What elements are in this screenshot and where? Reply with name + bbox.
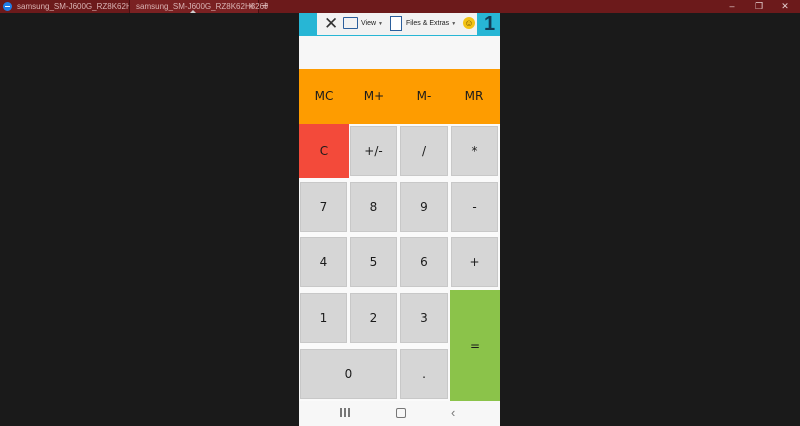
memory-clear-button[interactable]: MC [299, 69, 349, 124]
equals-button[interactable]: = [450, 290, 500, 401]
memory-add-button[interactable]: M+ [349, 69, 399, 124]
plus-button[interactable]: + [451, 237, 498, 287]
smiley-icon[interactable]: ☺ [463, 17, 475, 29]
tab-device-2[interactable]: samsung_SM-J600G_RZ8K62H326J × [129, 0, 268, 13]
digit-8-button[interactable]: 8 [350, 182, 397, 232]
digit-2-button[interactable]: 2 [350, 293, 397, 343]
digit-9-button[interactable]: 9 [400, 182, 448, 232]
digit-6-button[interactable]: 6 [400, 237, 448, 287]
digit-3-button[interactable]: 3 [400, 293, 448, 343]
close-tab-icon[interactable]: × [249, 0, 254, 13]
session-number: 1 [484, 13, 496, 35]
digit-1-button[interactable]: 1 [300, 293, 347, 343]
memory-subtract-button[interactable]: M- [399, 69, 449, 124]
new-tab-button[interactable]: + [262, 0, 268, 12]
minimize-button[interactable]: – [717, 0, 747, 13]
close-icon[interactable]: ✕ [324, 13, 338, 35]
view-menu-button[interactable]: View ▼ [361, 13, 383, 35]
view-menu-label: View [361, 20, 377, 27]
digit-4-button[interactable]: 4 [300, 237, 347, 287]
memory-recall-button[interactable]: MR [449, 69, 499, 124]
calculator-display [299, 36, 500, 69]
window-titlebar: samsung_SM-J600G_RZ8K62H326J samsung_SM-… [0, 0, 800, 13]
back-icon[interactable]: ‹ [451, 406, 465, 420]
close-window-button[interactable]: ✕ [770, 0, 800, 13]
remote-toolbar-panel: ✕ View ▼ Files & Extras ▼ ☺ [317, 13, 477, 35]
active-tab-indicator [190, 10, 196, 13]
divide-button[interactable]: / [400, 126, 448, 176]
multiply-button[interactable]: * [451, 126, 498, 176]
memory-bar: MC M+ M- MR [299, 69, 500, 124]
tab-device-1[interactable]: samsung_SM-J600G_RZ8K62H326J [0, 0, 149, 13]
minus-button[interactable]: - [451, 182, 498, 232]
home-icon[interactable] [396, 408, 406, 418]
decimal-point-button[interactable]: . [400, 349, 448, 399]
files-extras-menu-button[interactable]: Files & Extras ▼ [406, 13, 456, 35]
view-monitor-icon[interactable] [343, 17, 358, 29]
keypad: C +/- / * 7 8 9 - 4 5 6 + 1 2 3 = 0 . [299, 124, 500, 401]
remote-toolbar: ✕ View ▼ Files & Extras ▼ ☺ 1 [299, 13, 500, 36]
recents-icon[interactable] [340, 408, 350, 418]
chevron-down-icon: ▼ [378, 21, 383, 27]
files-extras-label: Files & Extras [406, 20, 450, 27]
sign-toggle-button[interactable]: +/- [350, 126, 397, 176]
teamviewer-icon [3, 2, 12, 11]
digit-7-button[interactable]: 7 [300, 182, 347, 232]
files-icon[interactable] [390, 16, 402, 31]
chevron-down-icon: ▼ [451, 21, 457, 27]
digit-5-button[interactable]: 5 [350, 237, 397, 287]
digit-0-button[interactable]: 0 [300, 349, 397, 399]
android-nav-bar: ‹ [299, 401, 500, 426]
clear-button[interactable]: C [299, 124, 349, 178]
phone-screen: ✕ View▼ Files & Extras▼ ☺ 1 ▦ ⤢ ︿ MC M+ … [299, 13, 500, 426]
